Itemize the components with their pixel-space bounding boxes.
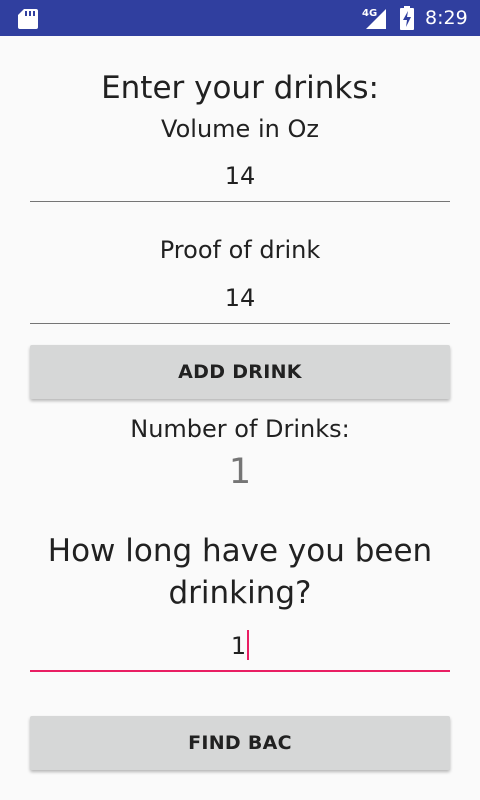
status-bar: 4G 8:29 [0,0,480,36]
signal-icon [366,9,386,29]
proof-label: Proof of drink [159,236,321,264]
proof-input[interactable]: 14 [30,278,450,324]
drink-count-value: 1 [228,452,252,492]
duration-value-wrap: 1 [30,626,450,666]
add-drink-button[interactable]: ADD DRINK [30,345,450,399]
battery-charging-icon [400,6,414,30]
drink-count-label: Number of Drinks: [130,415,350,443]
duration-question: How long have you been drinking? [47,533,433,611]
sd-card-icon [18,9,38,29]
duration-value: 1 [230,632,247,660]
text-cursor [247,630,250,660]
find-bac-button[interactable]: FIND BAC [30,716,450,770]
proof-value: 14 [224,284,256,312]
clock: 8:29 [425,7,468,29]
volume-label: Volume in Oz [161,115,319,143]
form-heading: Enter your drinks: [101,70,379,106]
volume-input[interactable]: 14 [30,156,450,202]
duration-input[interactable]: 1 [30,626,450,672]
drink-form: Enter your drinks: Volume in Oz 14 Proof… [0,36,480,800]
volume-value: 14 [224,162,256,190]
